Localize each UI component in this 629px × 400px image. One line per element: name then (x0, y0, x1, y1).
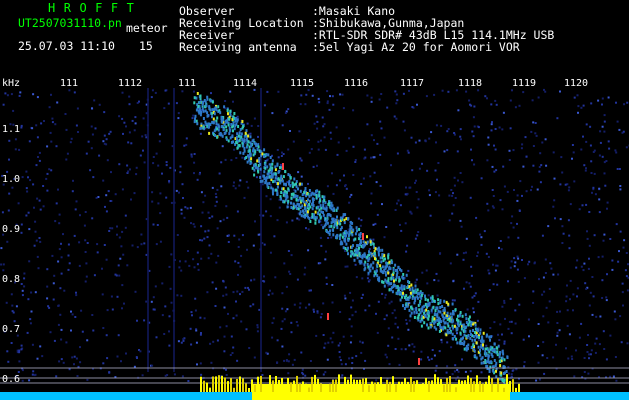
y-axis-unit: kHz (2, 78, 20, 89)
mode-label: meteor (126, 21, 168, 35)
app-title: HROFFT (48, 1, 143, 15)
y-tick-label: 0.8 (2, 274, 20, 285)
y-tick-label: 0.7 (2, 324, 20, 335)
x-tick-label: 1112 (118, 78, 142, 89)
x-tick-label: 1116 (344, 78, 368, 89)
x-tick-label: 1118 (458, 78, 482, 89)
datetime-label: 25.07.03 11:10 (18, 39, 115, 53)
y-tick-label: 1.1 (2, 124, 20, 135)
count-label: 15 (139, 39, 153, 53)
x-tick-label: 1120 (564, 78, 588, 89)
x-tick-label: 1117 (400, 78, 424, 89)
antenna-label: Receiving antenna (179, 40, 297, 54)
x-tick-label: 111 (60, 78, 78, 89)
y-tick-label: 0.9 (2, 224, 20, 235)
x-tick-label: 1114 (233, 78, 257, 89)
x-tick-label: 1119 (512, 78, 536, 89)
y-tick-label: 1.0 (2, 174, 20, 185)
spectrogram-chart: kHz 1.1 1.0 0.9 0.8 0.7 0.6 111 1112 111 1114 1115 1… (0, 76, 629, 400)
header-panel: HROFFT UT2507031110.pn meteor 25.07.03 1… (0, 0, 629, 76)
filename-label: UT2507031110.pn (18, 16, 122, 30)
y-tick-label: 0.6 (2, 374, 20, 385)
x-tick-label: 1115 (290, 78, 314, 89)
antenna-value: :5el Yagi Az 20 for Aomori VOR (312, 40, 520, 54)
x-tick-label: 111 (178, 78, 196, 89)
